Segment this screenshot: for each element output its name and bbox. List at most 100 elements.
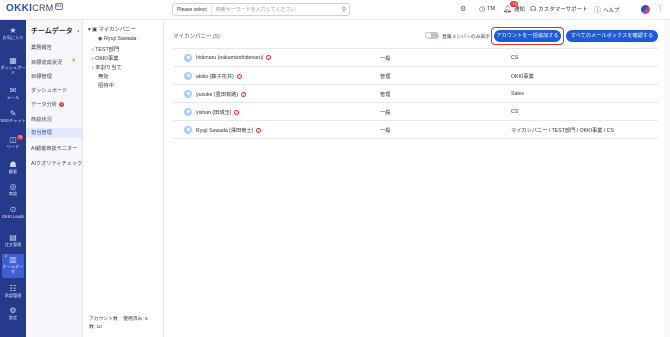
- members-table: hidenaru (nakamizohidenaru) i 一般 CS akiko (…: [173, 48, 658, 139]
- info-icon[interactable]: i: [236, 74, 242, 80]
- info-icon[interactable]: i: [256, 128, 262, 134]
- tree-root[interactable]: ▾ ▣ マイカンパニー: [88, 25, 136, 33]
- tree-invited[interactable]: 招待中: [98, 81, 114, 89]
- table-row[interactable]: yishan (田城玉) i 一般 CS: [173, 103, 658, 121]
- tree-unassigned[interactable]: › 未割り当て: [92, 63, 122, 71]
- nav-label: メール: [6, 95, 20, 100]
- deal-icon: ◎: [9, 182, 17, 191]
- tree-dept-test[interactable]: › TEST部門: [92, 45, 119, 53]
- notification-button[interactable]: 🔔︎ 13 通知: [503, 1, 525, 13]
- settings-gear-icon[interactable]: ⚙: [460, 5, 466, 13]
- nav-mail[interactable]: ✉ メール: [0, 86, 26, 100]
- avatar[interactable]: [641, 5, 650, 14]
- nav-label: OKKI Leads: [1, 214, 25, 219]
- table-row[interactable]: akiko (藤子花共) i 管理 OKKI事業: [173, 67, 658, 85]
- member-dept: Sales: [511, 91, 524, 97]
- sidebar-item-deal-status[interactable]: 商談状況: [31, 116, 52, 123]
- nav-dashboard[interactable]: ▦ ダッシュボード: [0, 56, 26, 75]
- mail-icon: ✉: [9, 86, 17, 95]
- sidebar-item-dashboard[interactable]: ダッシュボード: [31, 87, 67, 94]
- support-label: カスタマーサポート: [538, 7, 588, 13]
- approval-icon: ☷: [9, 284, 17, 293]
- member-role: 一般: [380, 56, 391, 62]
- headset-icon: ☊: [530, 6, 537, 13]
- sidebar-collapse-icon[interactable]: ◂: [77, 28, 79, 33]
- customer-support-button[interactable]: ☊ カスタマーサポート: [530, 5, 588, 13]
- order-icon: ▤: [9, 233, 17, 242]
- member-name: hidenaru (nakamizohidenaru) i: [196, 55, 272, 61]
- member-role: 管理: [380, 92, 391, 98]
- avatar: [184, 54, 192, 62]
- table-row[interactable]: Ryuji Sawada (澤田竜士) i 一般 マイカンパニー / TEST部門 /…: [173, 121, 658, 139]
- star-icon: ★: [9, 26, 17, 35]
- member-role: 一般: [380, 128, 391, 134]
- bulk-add-accounts-button[interactable]: アカウントを一括追加する: [494, 30, 561, 42]
- search-icon[interactable]: ⚲: [339, 6, 349, 13]
- member-name-text: hidenaru (nakamizohidenaru): [196, 55, 264, 61]
- sidebar-item-goal-status[interactable]: 目標達成状況: [31, 59, 62, 66]
- help-label: ヘルプ: [603, 8, 620, 14]
- sidebar-item-work-report[interactable]: 業務報告: [31, 44, 52, 51]
- main-content: マイカンパニー (5) 直属メンバーのみ表示 アカウントを一括追加する すべての…: [165, 20, 670, 337]
- nav-okki-leads[interactable]: ⊙ OKKI Leads: [0, 205, 26, 219]
- member-dept: CS: [511, 109, 519, 115]
- nav-deals[interactable]: ◎ 商談: [0, 182, 26, 196]
- sidebar-item-ai-quality[interactable]: AIクオリティチェック: [31, 160, 82, 167]
- member-role: 一般: [380, 110, 391, 116]
- favorite-star-icon[interactable]: ★: [71, 57, 76, 64]
- top-bar: OKKICRM AI Please select 検索キーワードを入力してください…: [0, 0, 670, 20]
- scrollbar[interactable]: [664, 20, 670, 337]
- check-mailboxes-button[interactable]: すべてのメールボックスを確認する: [566, 30, 658, 42]
- info-icon[interactable]: i: [234, 110, 240, 116]
- more-icon[interactable]: ⋮: [657, 4, 664, 12]
- member-name-text: Ryuji Sawada (澤田竜士): [196, 128, 254, 134]
- table-row[interactable]: hidenaru (nakamizohidenaru) i 一般 CS: [173, 49, 658, 67]
- sidebar-item-ai-monitor[interactable]: AI顧客商談モニター: [31, 145, 77, 152]
- account-count: アカウント数 使用済み: 6 数: 10: [89, 316, 148, 332]
- info-icon[interactable]: i: [266, 55, 272, 61]
- nav-orders[interactable]: ▤ 注文管理: [0, 233, 26, 247]
- app-logo[interactable]: OKKICRM AI: [6, 3, 63, 14]
- nav-approvals[interactable]: ☷ 承認管理: [0, 284, 26, 298]
- member-name: akiko (藤子花共) i: [196, 73, 242, 80]
- toggle-label: 直属メンバーのみ表示: [442, 35, 490, 40]
- sidebar-item-goal-management[interactable]: 目標管理: [31, 73, 52, 80]
- logo-text: OKKI: [6, 3, 33, 14]
- dashboard-icon: ▦: [9, 56, 17, 65]
- nav-settings[interactable]: ⚙ 設定: [0, 306, 26, 320]
- member-dept: OKKI事業: [511, 74, 534, 80]
- help-icon: ⓘ: [594, 7, 601, 14]
- team-data-badge: 2: [5, 254, 8, 258]
- tree-user[interactable]: ◉ Ryuji Sawada: [98, 36, 137, 42]
- global-search: Please select 検索キーワードを入力してください ⚲: [172, 3, 350, 16]
- nav-team-data[interactable]: ▥ チームデータ 2: [2, 254, 24, 278]
- nav-label: ダッシュボード: [0, 65, 26, 75]
- nav-label: お気に入り: [2, 35, 24, 40]
- tree-disabled[interactable]: 無効: [98, 72, 109, 80]
- account-count-label: アカウント数: [89, 317, 118, 322]
- chat-icon: ✎: [9, 109, 17, 118]
- search-input[interactable]: 検索キーワードを入力してください: [212, 6, 339, 13]
- nav-label: 顧客: [8, 169, 18, 174]
- data-analysis-badge: 1: [58, 102, 64, 108]
- table-row[interactable]: yusuke (豊田有路) i 管理 Sales: [173, 85, 658, 103]
- member-name: yishan (田城玉) i: [196, 109, 240, 116]
- tree-dept-okki[interactable]: › OKKI事業: [92, 54, 119, 62]
- nav-customers[interactable]: ☗ 顧客: [0, 160, 26, 174]
- user-menu[interactable]: ◷ TM: [479, 5, 495, 13]
- nav-favorites[interactable]: ★ お気に入り: [0, 26, 26, 40]
- tree-label: Ryuji Sawada: [104, 36, 137, 42]
- search-scope-select[interactable]: Please select: [173, 4, 212, 15]
- tree-label: OKKI事業: [95, 56, 119, 62]
- info-icon[interactable]: i: [241, 92, 247, 98]
- sidebar-item-data-analysis[interactable]: データ分析 1: [31, 101, 64, 108]
- okki-leads-icon: ⊙: [9, 205, 17, 214]
- sidebar-item-assignment[interactable]: 担当管理: [26, 128, 82, 138]
- nav-sns-chat[interactable]: ✎ SNSチャット: [0, 109, 26, 123]
- direct-members-toggle[interactable]: [425, 32, 439, 39]
- sidebar-item-label: データ分析: [31, 102, 57, 108]
- help-button[interactable]: ⓘ ヘルプ: [594, 5, 620, 15]
- user-initials: TM: [487, 6, 496, 12]
- nav-label: 商談: [8, 191, 18, 196]
- nav-leads[interactable]: ◫ リード 78: [0, 135, 26, 149]
